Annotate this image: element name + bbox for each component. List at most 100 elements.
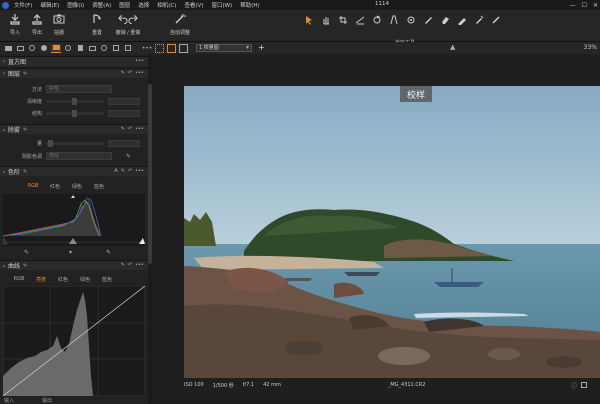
more-icon[interactable]: ••• — [135, 58, 144, 64]
curves-tab-red[interactable]: 红色 — [52, 276, 74, 283]
undo-redo-button[interactable]: 撤销 / 重做 — [110, 13, 146, 36]
levels-tab-red[interactable]: 红色 — [44, 183, 66, 190]
tab-output[interactable] — [111, 44, 121, 53]
tab-library[interactable] — [3, 44, 13, 53]
tab-details[interactable] — [63, 44, 73, 53]
more-icon[interactable]: ••• — [135, 168, 144, 174]
photo-canvas[interactable] — [184, 86, 600, 378]
histogram-header[interactable]: › 直方图 ••• — [0, 56, 148, 66]
structure-slider[interactable] — [46, 109, 104, 117]
curves-tab-luma[interactable]: 亮度 — [30, 276, 52, 283]
amount-value[interactable] — [108, 139, 140, 147]
gradient-tool-icon[interactable] — [455, 14, 468, 26]
eyedropper-icon[interactable]: ✎ — [126, 153, 131, 160]
single-view-icon[interactable] — [167, 43, 176, 53]
close-button[interactable]: ✕ — [593, 2, 598, 9]
brush-icon[interactable]: ✎ — [121, 70, 125, 76]
capture-button[interactable]: 拍摄 — [48, 13, 70, 36]
keystone-tool-icon[interactable] — [387, 14, 400, 26]
reset-icon[interactable]: ↶ — [128, 126, 132, 132]
menu-view[interactable]: 查看(V) — [180, 1, 207, 9]
brush-icon[interactable]: ✎ — [121, 262, 125, 268]
crop-tool-icon[interactable] — [336, 14, 349, 26]
auto-adjust-button[interactable]: 自动调整 — [166, 13, 194, 36]
layers-header[interactable]: › 图层 ✎ ✎ ↶ ••• — [0, 68, 148, 78]
color-icon — [41, 45, 47, 51]
structure-value[interactable] — [108, 109, 140, 117]
menu-file[interactable]: 文件(F) — [10, 1, 36, 9]
fullscreen-icon[interactable] — [581, 382, 587, 388]
spot-tool-icon[interactable] — [404, 14, 417, 26]
tab-adjustments[interactable] — [87, 44, 97, 53]
zoom-level[interactable]: 33% — [584, 44, 597, 51]
shadow-color-select[interactable]: 自动 — [46, 152, 112, 160]
more-icon[interactable]: ••• — [135, 70, 144, 76]
curves-graph[interactable] — [3, 286, 145, 396]
menu-window[interactable]: 窗口(W) — [207, 1, 236, 9]
maximize-button[interactable]: ☐ — [582, 2, 587, 9]
tab-metadata[interactable] — [99, 44, 109, 53]
reset-icon[interactable]: ↶ — [128, 168, 132, 174]
expand-icon: › — [2, 70, 6, 77]
white-point-picker-icon[interactable]: ✎ — [106, 249, 111, 256]
annotate-tool-icon[interactable] — [489, 14, 502, 26]
brush-icon[interactable]: ✎ — [121, 168, 125, 174]
brush-tool-icon[interactable] — [421, 14, 434, 26]
tab-local[interactable] — [75, 44, 85, 53]
clarity-value[interactable] — [108, 97, 140, 105]
grid-view-icon[interactable] — [155, 43, 164, 53]
more-icon[interactable]: ••• — [135, 126, 144, 132]
structure-row: 结构 — [0, 108, 148, 118]
tab-color[interactable] — [39, 44, 49, 53]
levels-tab-green[interactable]: 绿色 — [66, 183, 88, 190]
brush-icon[interactable]: ✎ — [121, 126, 125, 132]
pen-icon: ✎ — [23, 126, 28, 133]
tab-exposure[interactable] — [51, 43, 61, 53]
export-button[interactable]: 导出 — [26, 13, 48, 36]
levels-histogram[interactable] — [3, 194, 145, 246]
amount-slider[interactable] — [46, 139, 104, 147]
compare-view-icon[interactable] — [179, 43, 188, 53]
view-select[interactable]: 1 校量图 — [196, 44, 252, 52]
picker-tool-icon[interactable] — [472, 14, 485, 26]
menu-image[interactable]: 图像(I) — [63, 1, 88, 9]
add-view-button[interactable]: + — [258, 44, 265, 52]
more-tabs-icon[interactable]: ••• — [142, 44, 153, 53]
dehaze-header[interactable]: ⌄ 除雾 ✎ ✎ ↶ ••• — [0, 124, 148, 134]
menu-layers[interactable]: 图层 — [115, 1, 134, 9]
menu-edit[interactable]: 编辑(E) — [36, 1, 63, 9]
menu-select[interactable]: 选择 — [134, 1, 153, 9]
pointer-tool-icon[interactable] — [302, 14, 315, 26]
levels-header[interactable]: ⌄ 色阶 ✎ A ✎ ↶ ••• — [0, 166, 148, 176]
warning-icon: ▲ — [450, 43, 456, 51]
method-select[interactable]: 中性 — [46, 85, 112, 93]
menu-help[interactable]: 帮助(H) — [236, 1, 263, 9]
minimize-button[interactable]: — — [570, 2, 576, 9]
eraser-tool-icon[interactable] — [438, 14, 451, 26]
info-toggle-icon[interactable]: ⓘ — [571, 381, 577, 390]
curves-tab-rgb[interactable]: RGB — [8, 276, 30, 282]
import-button[interactable]: 导入 — [4, 13, 26, 36]
reset-icon[interactable]: ↶ — [128, 262, 132, 268]
auto-icon[interactable]: A — [114, 168, 117, 174]
clarity-slider[interactable] — [46, 97, 104, 105]
curves-tab-blue[interactable]: 蓝色 — [96, 276, 118, 283]
menu-camera[interactable]: 相机(C) — [153, 1, 180, 9]
curves-tab-green[interactable]: 绿色 — [74, 276, 96, 283]
more-icon[interactable]: ••• — [135, 262, 144, 268]
shadow-color-label: 阴影色调 — [21, 153, 42, 160]
reset-icon[interactable]: ↶ — [128, 70, 132, 76]
black-point-picker-icon[interactable]: ✎ — [24, 249, 29, 256]
reset-button[interactable]: 重置 — [86, 13, 108, 36]
tab-capture[interactable] — [15, 44, 25, 53]
mid-point-picker-icon[interactable]: ▾ — [69, 249, 72, 256]
curves-header[interactable]: ⌄ 曲线 ✎ ✎ ↶ ••• — [0, 260, 148, 270]
levels-tab-rgb[interactable]: RGB — [22, 183, 44, 189]
pan-tool-icon[interactable] — [319, 14, 332, 26]
straighten-tool-icon[interactable] — [353, 14, 366, 26]
tab-lens[interactable] — [27, 44, 37, 53]
tab-batch[interactable] — [123, 44, 133, 53]
rotate-tool-icon[interactable] — [370, 14, 383, 26]
levels-tab-blue[interactable]: 蓝色 — [88, 183, 110, 190]
menu-adjust[interactable]: 调整(A) — [88, 1, 115, 9]
